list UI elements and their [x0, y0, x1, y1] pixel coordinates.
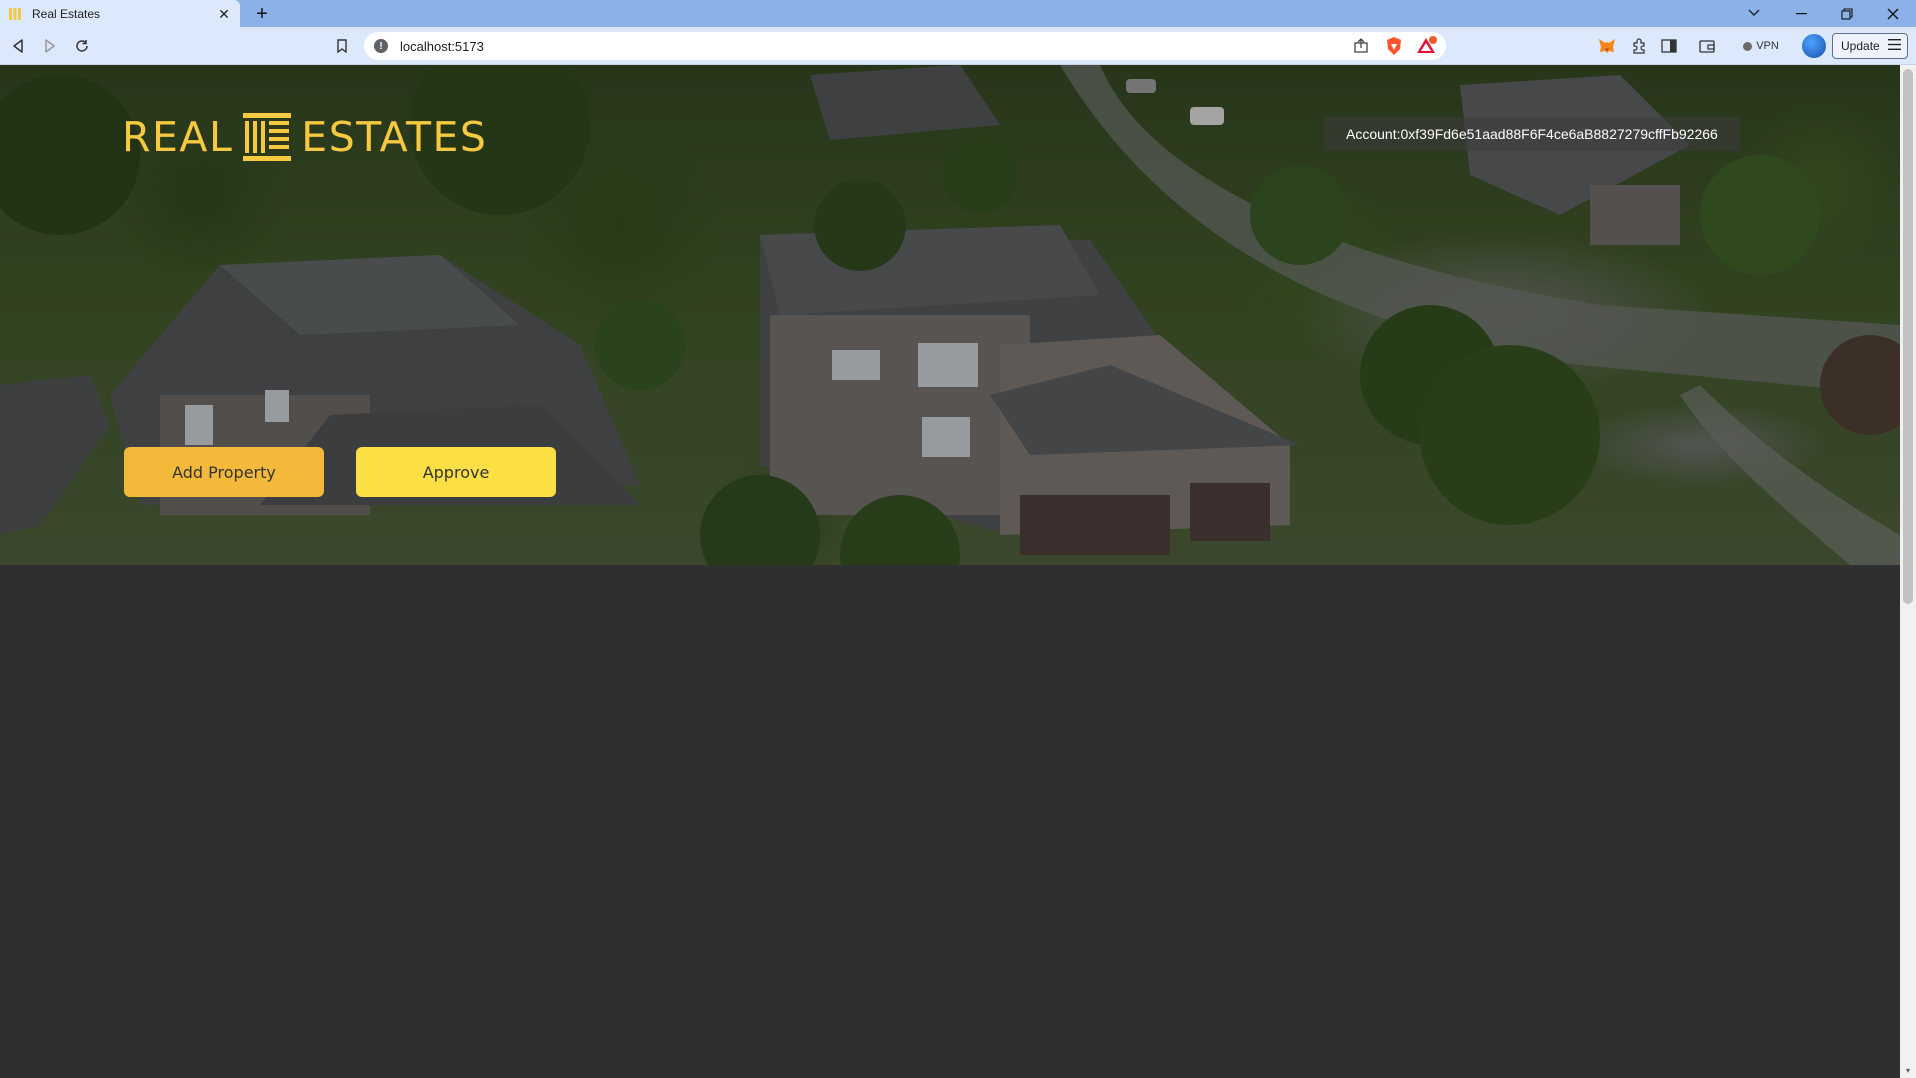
reload-icon[interactable] [70, 34, 94, 58]
update-label: Update [1841, 39, 1880, 53]
tab-title: Real Estates [32, 6, 101, 21]
scroll-down-icon[interactable]: ▾ [1903, 1066, 1913, 1076]
hero-banner: REAL ESTATES Account:0xf39Fd6e51aad88F6F… [0, 65, 1900, 565]
logo-text-left: REAL [122, 113, 234, 161]
profile-icon[interactable] [1802, 34, 1826, 58]
restore-icon[interactable] [1824, 0, 1870, 27]
logo-text-right: ESTATES [301, 113, 488, 161]
address-bar[interactable]: ! localhost:5173 [364, 32, 1446, 60]
forward-icon[interactable] [38, 34, 62, 58]
tab-favicon-icon [8, 7, 22, 21]
account-address: Account:0xf39Fd6e51aad88F6F4ce6aB8827279… [1324, 117, 1740, 151]
share-icon[interactable] [1352, 37, 1370, 55]
site-logo[interactable]: REAL ESTATES [122, 112, 487, 162]
page-content: REAL ESTATES Account:0xf39Fd6e51aad88F6F… [0, 65, 1900, 1078]
tab-search-icon[interactable] [1744, 3, 1764, 23]
bookmark-icon[interactable] [330, 34, 354, 58]
vpn-button[interactable]: VPN [1736, 35, 1786, 57]
vpn-status-icon [1743, 41, 1753, 51]
vpn-label: VPN [1756, 40, 1779, 52]
tab-close-icon[interactable]: ✕ [216, 6, 232, 22]
add-property-button[interactable]: Add Property [124, 447, 324, 497]
extensions-icon[interactable] [1628, 35, 1650, 57]
brave-rewards-icon[interactable] [1416, 35, 1438, 57]
new-tab-button[interactable]: + [250, 2, 274, 26]
approve-button[interactable]: Approve [356, 447, 556, 497]
update-button[interactable]: Update [1832, 33, 1908, 59]
scrollbar-thumb[interactable] [1903, 69, 1913, 604]
browser-tab[interactable]: Real Estates ✕ [0, 0, 240, 27]
sidebar-icon[interactable] [1658, 35, 1680, 57]
logo-mark-icon [243, 113, 292, 161]
wallet-icon[interactable] [1696, 35, 1718, 57]
tab-strip: Real Estates ✕ + [0, 0, 1916, 27]
menu-icon [1888, 39, 1901, 53]
site-info-icon[interactable]: ! [374, 39, 388, 53]
brave-shields-icon[interactable] [1384, 36, 1404, 56]
page-scrollbar[interactable]: ▾ [1900, 65, 1916, 1078]
metamask-icon[interactable] [1596, 35, 1618, 57]
minimize-icon[interactable] [1778, 0, 1824, 27]
address-url[interactable]: localhost:5173 [400, 39, 484, 54]
browser-toolbar: ! localhost:5173 VPN Update [0, 27, 1916, 65]
close-window-icon[interactable] [1870, 0, 1916, 27]
back-icon[interactable] [6, 34, 30, 58]
